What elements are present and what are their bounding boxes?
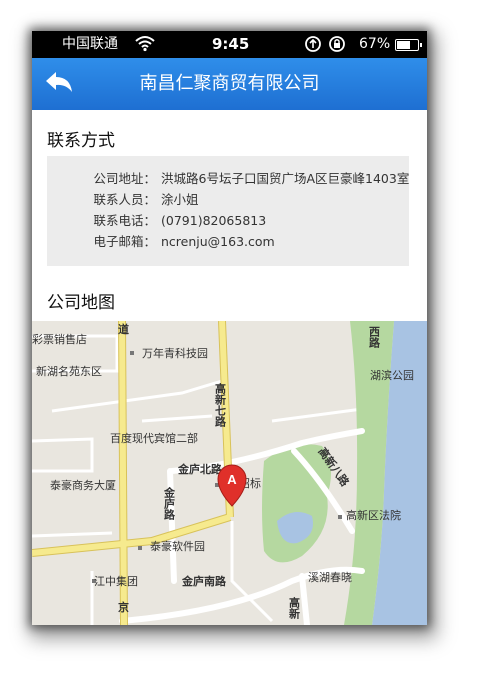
phone-screen: 中国联通 9:45 67% 南昌仁聚商贸有限公司 联系方式 公司地址： 洪城路6…: [32, 31, 427, 625]
phone-label: 联系电话：: [93, 213, 156, 228]
map-road-label: 金庐北路: [177, 462, 223, 476]
nav-bar: 南昌仁聚商贸有限公司: [32, 58, 427, 110]
clock: 9:45: [212, 35, 250, 53]
map-poi: 万年青科技园: [142, 346, 208, 360]
battery-fill: [397, 41, 410, 49]
map-poi: 高新区法院: [346, 508, 401, 522]
address-value: 洪城路6号坛子口国贸广场A区巨豪峰1403室: [161, 171, 410, 186]
map-road-label: 金庐路: [163, 486, 177, 521]
map-road-label: 高新: [288, 596, 301, 620]
battery-icon: [395, 39, 422, 51]
phone-row: 联系电话： (0791)82065813: [47, 211, 409, 231]
map-road-label: 西路: [368, 326, 381, 349]
status-bar: 中国联通 9:45 67%: [32, 31, 427, 67]
map-poi: 新湖名苑东区: [36, 364, 102, 378]
address-label: 公司地址：: [93, 171, 156, 186]
map-poi: 湖滨公园: [370, 368, 414, 382]
contact-person-row: 联系人员： 涂小姐: [47, 190, 409, 210]
page-title: 南昌仁聚商贸有限公司: [139, 73, 320, 94]
address-row: 公司地址： 洪城路6号坛子口国贸广场A区巨豪峰1403室: [47, 169, 409, 189]
map-road-label: 金庐南路: [181, 574, 227, 588]
map-poi: 彩票销售店: [32, 332, 87, 346]
phone-value[interactable]: (0791)82065813: [161, 211, 266, 231]
contact-heading: 联系方式: [47, 131, 115, 151]
map-poi: 泰豪商务大厦: [50, 478, 116, 492]
email-row: 电子邮箱： ncrenju@163.com: [47, 232, 409, 252]
contact-person-label: 联系人员：: [93, 192, 156, 207]
map-road-label: 京: [118, 600, 129, 614]
map-road-label: 高新七路: [214, 382, 227, 428]
carrier-name: 中国联通: [62, 36, 118, 52]
map-poi: 溪湖春晓: [308, 571, 352, 584]
orientation-lock-icon: [329, 36, 345, 52]
email-label: 电子邮箱：: [93, 234, 156, 249]
contact-info-box: 公司地址： 洪城路6号坛子口国贸广场A区巨豪峰1403室 联系人员： 涂小姐 联…: [47, 156, 409, 266]
company-map[interactable]: 彩票销售店 万年青科技园 新湖名苑东区 湖滨公园 百度现代宾馆二部 泰豪商务大厦…: [32, 321, 427, 625]
map-poi: 江中集团: [94, 574, 138, 588]
contact-person-value: 涂小姐: [161, 192, 199, 207]
marker-label: A: [227, 472, 237, 487]
map-poi: 泰豪软件园: [150, 539, 205, 553]
sync-icon: [305, 36, 321, 52]
map-poi: 百度现代宾馆二部: [110, 431, 198, 445]
map-heading: 公司地图: [47, 293, 115, 313]
map-road-label: 道: [118, 322, 129, 336]
email-value[interactable]: ncrenju@163.com: [161, 232, 275, 252]
battery-percent: 67%: [359, 36, 391, 52]
